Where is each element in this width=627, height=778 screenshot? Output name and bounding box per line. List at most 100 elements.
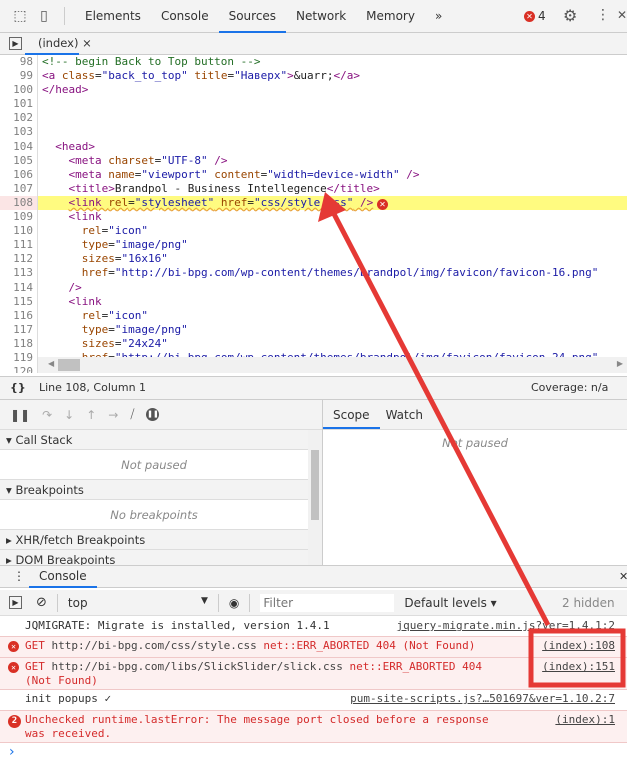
context-select[interactable]: top ▼: [68, 596, 208, 610]
code-token: "http://bi-bpg.com/wp-content/themes/bra…: [114, 266, 599, 280]
step-icon[interactable]: →: [108, 408, 118, 422]
code-token: =: [108, 322, 115, 336]
line-number[interactable]: 99: [0, 69, 38, 84]
pause-on-exceptions-icon[interactable]: ❚❚: [146, 408, 160, 421]
horizontal-scrollbar[interactable]: ◀ ▶: [38, 357, 627, 373]
tab-elements[interactable]: Elements: [75, 0, 151, 33]
code-editor[interactable]: 98 <!-- begin Back to Top button --> 99 <a …: [0, 55, 627, 373]
line-number[interactable]: 115: [0, 294, 38, 309]
line-number[interactable]: 119: [0, 350, 38, 366]
drawer-tab-console[interactable]: Console: [29, 566, 97, 588]
step-out-icon[interactable]: ↑: [86, 408, 96, 422]
message-source-link[interactable]: (index):1: [555, 713, 615, 727]
tab-sources[interactable]: Sources: [218, 0, 287, 33]
code-token: "16x16": [121, 252, 168, 266]
line-number[interactable]: 103: [0, 125, 38, 140]
filter-input[interactable]: [260, 593, 395, 612]
line-number[interactable]: 102: [0, 111, 38, 126]
message-url-link[interactable]: http://bi-bpg.com/css/style.css: [52, 639, 257, 652]
message-text: GET http://bi-bpg.com/libs/SlickSlider/s…: [25, 660, 482, 687]
drawer-menu-icon[interactable]: ⋮: [13, 569, 25, 583]
xhr-label: XHR/fetch Breakpoints: [15, 533, 146, 547]
kebab-menu-icon[interactable]: ⋮: [596, 7, 610, 23]
step-into-icon[interactable]: ↓: [64, 408, 74, 422]
line-number[interactable]: 98: [0, 55, 38, 70]
tab-console[interactable]: Console: [151, 0, 219, 33]
breakpoints-label: Breakpoints: [15, 483, 84, 497]
pretty-print-icon[interactable]: {}: [10, 377, 26, 399]
line-number[interactable]: 100: [0, 83, 38, 98]
code-token: <meta: [68, 153, 109, 167]
pause-icon[interactable]: ❚❚: [10, 408, 30, 422]
code-line: 110 rel="icon": [0, 224, 627, 239]
console-prompt[interactable]: ›: [9, 744, 15, 760]
inspect-icon[interactable]: ⬚: [10, 6, 30, 26]
log-levels-select[interactable]: Default levels ▾: [404, 596, 496, 610]
error-count: 4: [538, 9, 546, 23]
console-toolbar: ▶ ⊘ top▼ ◉ Default levels ▾ 2 hidden: [0, 590, 627, 616]
line-number[interactable]: 104: [0, 139, 38, 154]
message-url-link[interactable]: http://bi-bpg.com/libs/SlickSlider/slick…: [52, 660, 343, 673]
main-toolbar: ⬚ ▯ Elements Console Sources Network Mem…: [0, 0, 627, 33]
breakpoints-header[interactable]: ▾ Breakpoints: [0, 480, 308, 500]
line-error-icon[interactable]: ✕: [377, 199, 388, 210]
close-drawer-icon[interactable]: ✕: [619, 570, 627, 583]
call-stack-header[interactable]: ▾ Call Stack: [0, 430, 308, 450]
step-over-icon[interactable]: ↷: [42, 408, 52, 422]
line-number[interactable]: 114: [0, 280, 38, 295]
line-number[interactable]: 109: [0, 210, 38, 225]
file-tab-index[interactable]: (index) ×: [25, 33, 92, 55]
gear-icon[interactable]: ⚙: [563, 6, 577, 25]
error-count-badge[interactable]: ✕ 4: [524, 9, 546, 23]
line-number[interactable]: 118: [0, 336, 38, 351]
line-number[interactable]: 111: [0, 238, 38, 253]
line-number[interactable]: 106: [0, 167, 38, 182]
more-tabs-button[interactable]: »: [425, 0, 452, 33]
line-number[interactable]: 108: [0, 195, 38, 211]
line-number[interactable]: 101: [0, 97, 38, 112]
tab-watch[interactable]: Watch: [380, 400, 429, 429]
code-token: <a: [42, 69, 62, 83]
message-source-link[interactable]: pum-site-scripts.js?…501697&ver=1.10.2:7: [350, 692, 615, 706]
close-icon[interactable]: ✕: [617, 8, 627, 22]
code-token: "stylesheet": [134, 195, 215, 209]
line-number[interactable]: 120: [0, 365, 38, 373]
toggle-navigator-icon[interactable]: ▶: [9, 37, 22, 50]
close-tab-icon[interactable]: ×: [82, 36, 92, 50]
code-line: 113 href="http://bi-bpg.com/wp-content/t…: [0, 266, 627, 281]
tab-scope[interactable]: Scope: [323, 400, 380, 429]
message-source-link[interactable]: jquery-migrate.min.js?ver=1.4.1:2: [396, 619, 615, 633]
tab-network[interactable]: Network: [286, 0, 356, 33]
code-token: "icon": [108, 308, 148, 322]
deactivate-breakpoints-icon[interactable]: ⧸: [130, 407, 134, 422]
code-token: rel: [108, 195, 129, 209]
dom-breakpoints-header[interactable]: ▸ DOM Breakpoints: [0, 550, 308, 565]
console-message: pum-site-scripts.js?…501697&ver=1.10.2:7…: [0, 690, 627, 711]
sidebar-scrollbar[interactable]: [308, 430, 322, 565]
code-token: class: [61, 69, 95, 83]
message-source-link[interactable]: (index):108: [542, 639, 615, 653]
line-number[interactable]: 117: [0, 322, 38, 337]
coverage-status: Coverage: n/a: [531, 381, 609, 394]
code-line: 115 <link: [0, 294, 627, 309]
code-line: 105 <meta charset="UTF-8" />: [0, 153, 627, 168]
code-token: </head>: [42, 83, 89, 97]
message-source-link[interactable]: (index):151: [542, 660, 615, 674]
line-number[interactable]: 112: [0, 252, 38, 267]
line-number[interactable]: 105: [0, 153, 38, 168]
line-number[interactable]: 113: [0, 266, 38, 281]
code-token: =: [108, 266, 115, 280]
tab-memory[interactable]: Memory: [356, 0, 425, 33]
eye-icon[interactable]: ◉: [229, 596, 239, 610]
line-number[interactable]: 116: [0, 308, 38, 323]
line-number[interactable]: 110: [0, 224, 38, 239]
xhr-breakpoints-header[interactable]: ▸ XHR/fetch Breakpoints: [0, 530, 308, 550]
show-sidebar-icon[interactable]: ▶: [9, 596, 22, 609]
code-token: "image/png": [114, 322, 188, 336]
device-toggle-icon[interactable]: ▯: [34, 6, 54, 26]
code-line: 106 <meta name="viewport" content="width…: [0, 167, 627, 182]
line-number[interactable]: 107: [0, 181, 38, 196]
clear-console-icon[interactable]: ⊘: [36, 595, 47, 610]
